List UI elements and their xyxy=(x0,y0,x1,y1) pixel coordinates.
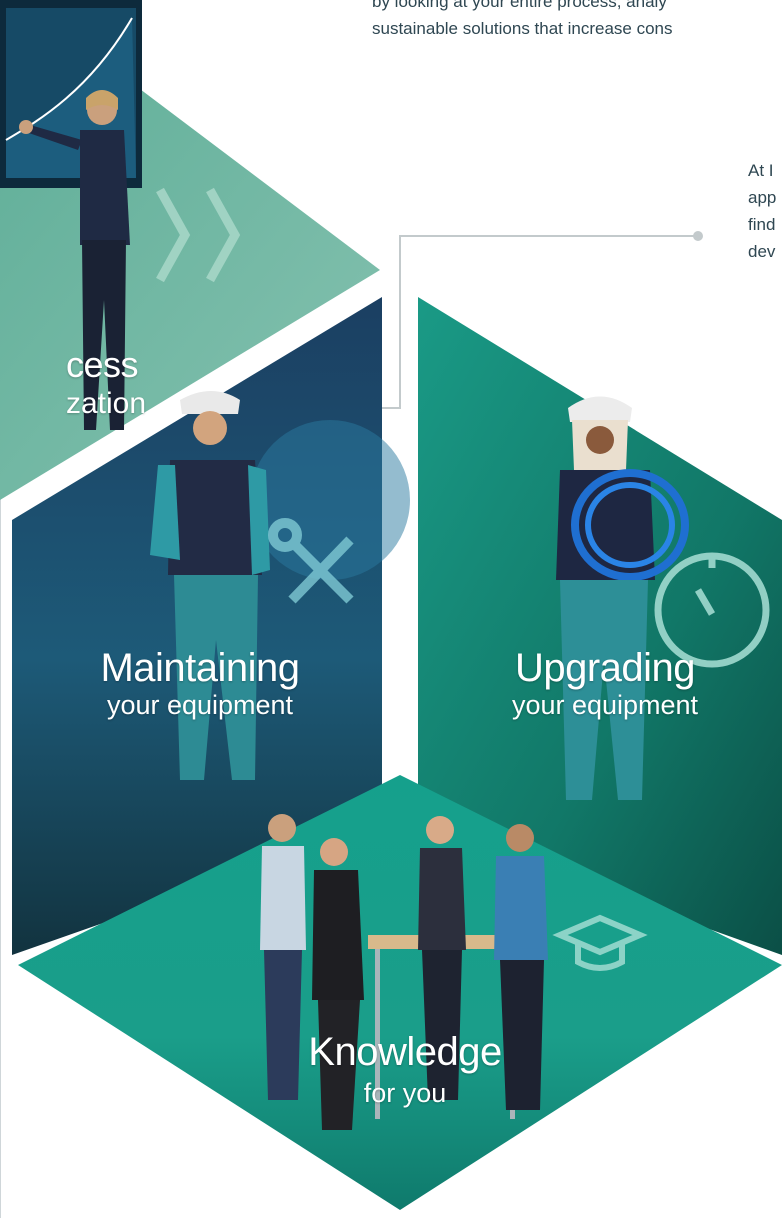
person-2-jacket xyxy=(312,870,364,1000)
person-4-head xyxy=(506,824,534,852)
person-3-shirt xyxy=(418,848,466,950)
tile-knowledge-for-you[interactable]: Knowledge for you xyxy=(0,0,782,1218)
person-2-head xyxy=(320,838,348,866)
person-1-head xyxy=(268,814,296,842)
knowledge-subtitle: for you xyxy=(363,1078,447,1108)
knowledge-tile-shape xyxy=(18,775,782,1210)
person-1-shirt xyxy=(260,846,306,950)
knowledge-title: Knowledge xyxy=(308,1030,502,1074)
knowledge-label: Knowledge for you xyxy=(255,1032,555,1107)
service-hexagon-section: by looking at your entire process, analy… xyxy=(0,0,782,1218)
person-4-shirt xyxy=(494,856,548,960)
person-3-head xyxy=(426,816,454,844)
